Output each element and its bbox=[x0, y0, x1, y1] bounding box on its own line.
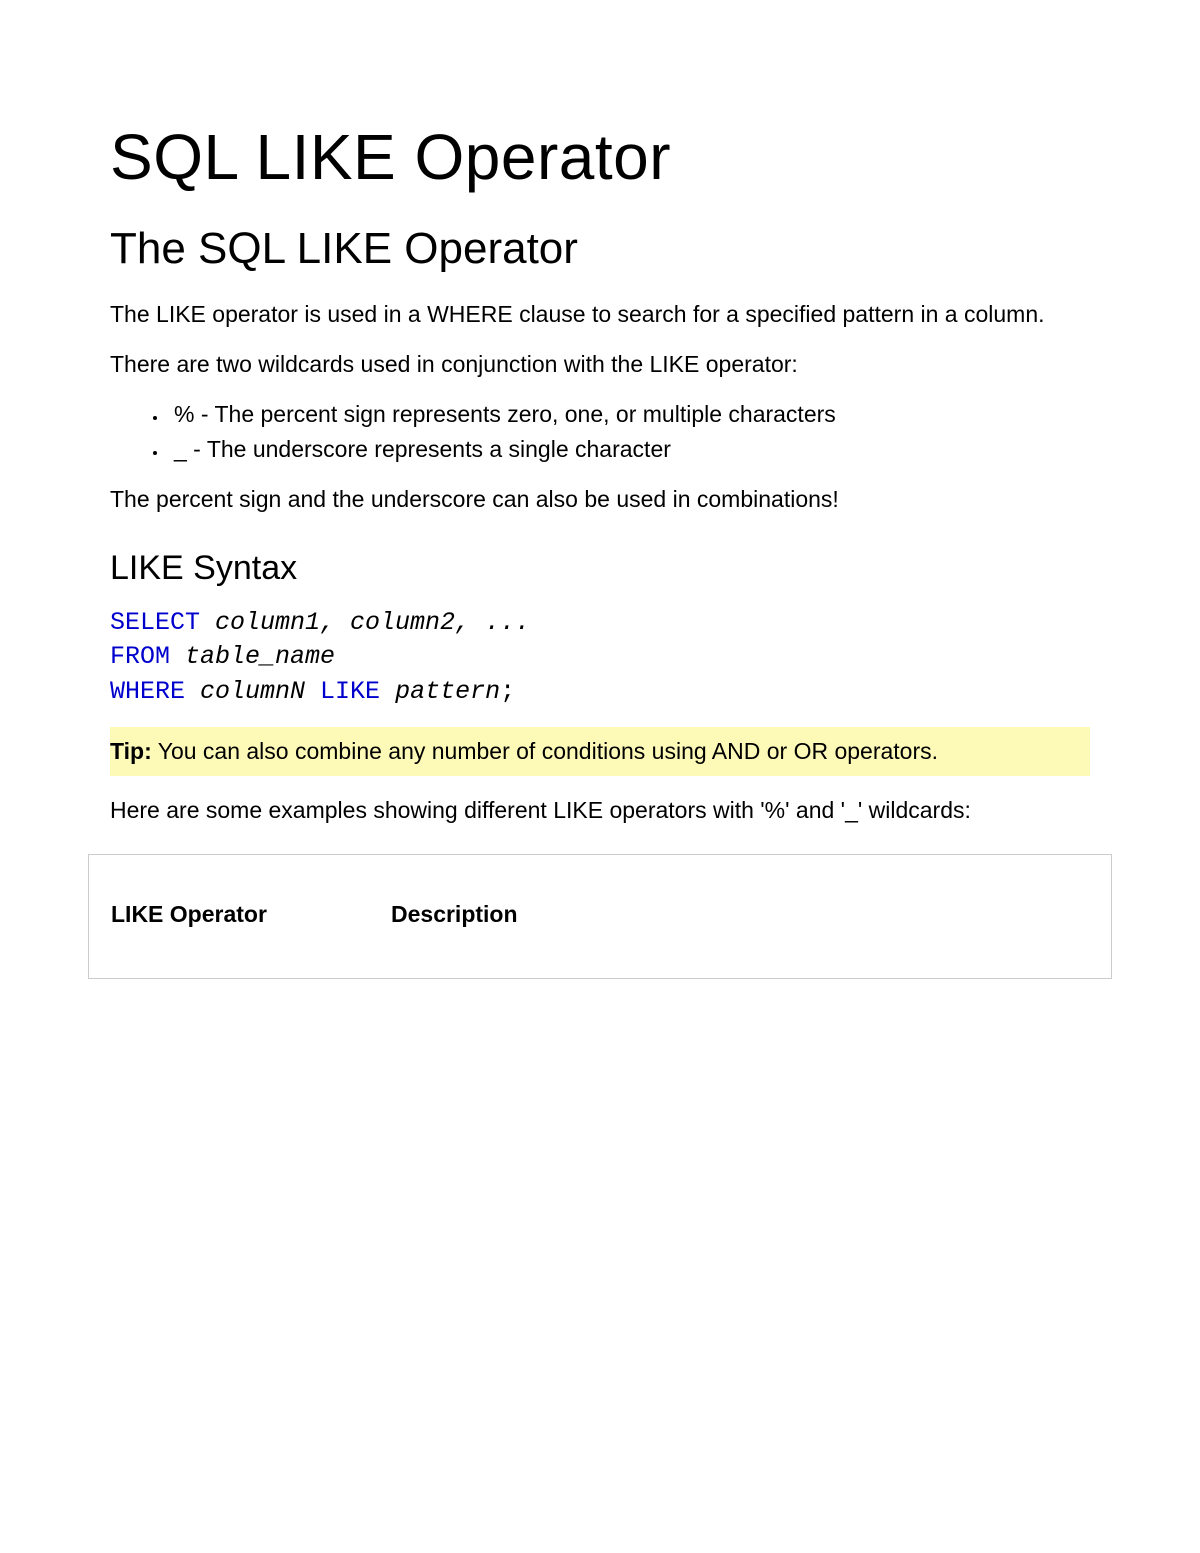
sql-arg: pattern bbox=[380, 677, 500, 706]
intro-paragraph-2: There are two wildcards used in conjunct… bbox=[110, 348, 1090, 380]
sql-keyword: SELECT bbox=[110, 608, 200, 637]
section-heading: The SQL LIKE Operator bbox=[110, 224, 1090, 274]
table-header-operator: LIKE Operator bbox=[111, 901, 391, 928]
sql-keyword: LIKE bbox=[320, 677, 380, 706]
wildcard-list: % - The percent sign represents zero, on… bbox=[110, 398, 1090, 464]
syntax-heading: LIKE Syntax bbox=[110, 549, 1090, 588]
list-item: _ - The underscore represents a single c… bbox=[168, 433, 1090, 465]
sql-arg: column1, column2, ... bbox=[200, 608, 530, 637]
intro-paragraph-1: The LIKE operator is used in a WHERE cla… bbox=[110, 298, 1090, 330]
examples-intro: Here are some examples showing different… bbox=[110, 794, 1090, 826]
sql-keyword: FROM bbox=[110, 642, 170, 671]
examples-table: LIKE Operator Description bbox=[88, 854, 1112, 979]
table-header-description: Description bbox=[391, 901, 1089, 928]
table-header-row: LIKE Operator Description bbox=[111, 901, 1089, 928]
sql-arg: table_name bbox=[170, 642, 335, 671]
intro-paragraph-3: The percent sign and the underscore can … bbox=[110, 483, 1090, 515]
sql-keyword: WHERE bbox=[110, 677, 185, 706]
page-title: SQL LIKE Operator bbox=[110, 120, 1090, 194]
tip-callout: Tip: You can also combine any number of … bbox=[110, 727, 1090, 775]
sql-arg: columnN bbox=[185, 677, 320, 706]
list-item: % - The percent sign represents zero, on… bbox=[168, 398, 1090, 430]
code-block: SELECT column1, column2, ... FROM table_… bbox=[110, 606, 1090, 710]
tip-text: You can also combine any number of condi… bbox=[152, 738, 938, 764]
sql-text: ; bbox=[500, 677, 515, 706]
tip-label: Tip: bbox=[110, 738, 152, 764]
